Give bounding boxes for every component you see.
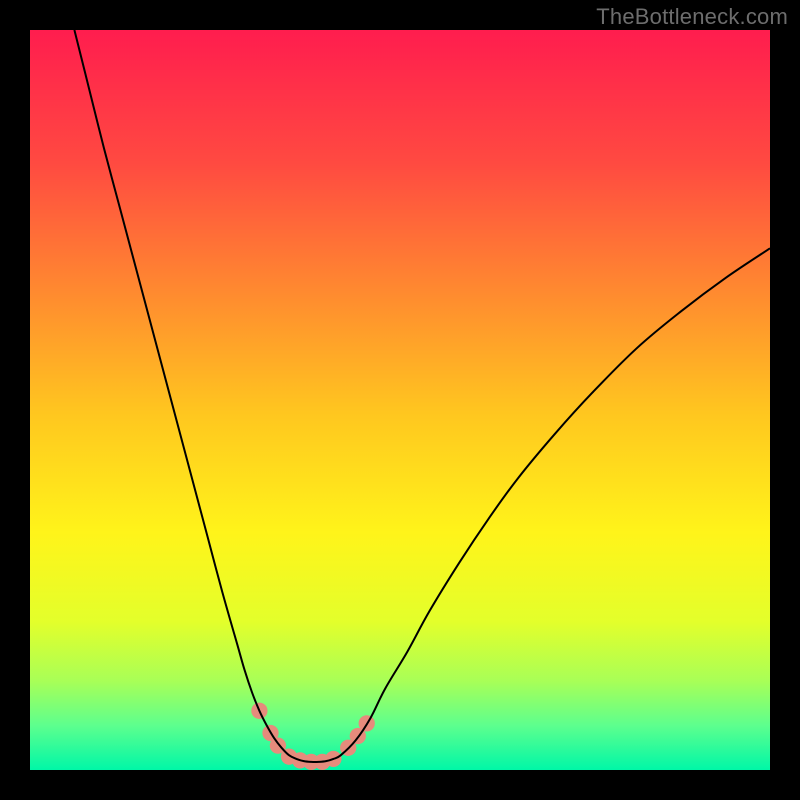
series-group xyxy=(74,30,770,762)
plot-area xyxy=(30,30,770,770)
marker-group xyxy=(251,703,375,770)
chart-frame: TheBottleneck.com xyxy=(0,0,800,800)
bottleneck-curve xyxy=(74,30,770,762)
curve-layer xyxy=(30,30,770,770)
watermark-text: TheBottleneck.com xyxy=(596,4,788,30)
